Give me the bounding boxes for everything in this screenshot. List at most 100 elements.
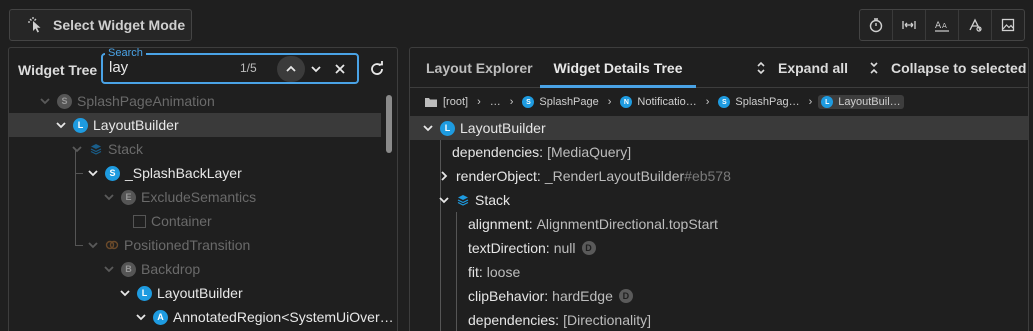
tree-row[interactable]: S SplashPageAnimation <box>9 89 381 113</box>
details-property-row[interactable]: clipBehavior: hardEdge D <box>410 284 1028 308</box>
breadcrumb-item[interactable]: N Notificatio… <box>617 95 699 109</box>
details-row-key: LayoutBuilder <box>460 120 546 136</box>
tree-row[interactable]: L LayoutBuilder <box>9 281 381 305</box>
image-icon <box>1001 18 1015 32</box>
expand-icon <box>757 61 765 75</box>
clear-search-button[interactable] <box>329 56 351 82</box>
tree-row-selected[interactable]: L LayoutBuilder <box>9 113 381 137</box>
details-property-row[interactable]: fit: loose <box>410 260 1028 284</box>
inspector-toolbar: A A <box>859 9 1025 41</box>
widget-badge-icon: S <box>105 165 120 181</box>
property-value: [MediaQuery] <box>547 144 632 160</box>
breadcrumb-separator: › <box>607 96 612 108</box>
svg-text:A: A <box>942 22 947 30</box>
widget-badge-icon: B <box>121 261 136 277</box>
tree-row[interactable]: E ExcludeSemantics <box>9 185 381 209</box>
slow-animations-button[interactable] <box>860 10 893 40</box>
details-property-row[interactable]: textDirection: null D <box>410 236 1028 260</box>
tree-row[interactable]: A AnnotatedRegion<SystemUiOver… <box>9 305 394 329</box>
chevron-down-icon <box>136 314 146 321</box>
pointer-click-icon <box>28 17 41 33</box>
stack-icon <box>90 144 102 155</box>
svg-text:A: A <box>935 21 942 31</box>
expand-all-button[interactable]: Expand all <box>754 48 848 88</box>
default-value-icon: D <box>581 241 596 255</box>
collapse-to-selected-button[interactable]: Collapse to selected <box>867 48 1026 88</box>
next-match-button[interactable] <box>305 56 327 82</box>
stack-icon <box>457 195 469 206</box>
chevron-down-icon <box>56 122 66 129</box>
breadcrumb-item[interactable]: … <box>487 95 504 109</box>
refresh-icon <box>371 61 383 75</box>
property-value: AlignmentDirectional.topStart <box>536 216 718 232</box>
widget-tree: S SplashPageAnimation L LayoutBuilder St… <box>9 89 394 331</box>
breadcrumb-label: Notificatio… <box>637 96 697 108</box>
details-property-row[interactable]: dependencies: [MediaQuery] <box>410 140 1028 164</box>
property-name: textDirection: <box>468 240 550 256</box>
widget-badge-icon: L <box>73 117 88 133</box>
tree-row[interactable]: S _SplashBackLayer <box>9 161 381 185</box>
tree-row-label: LayoutBuilder <box>93 117 179 133</box>
tree-row[interactable]: PositionedTransition <box>9 233 381 257</box>
timer-icon <box>869 18 883 33</box>
chevron-down-icon <box>104 266 114 273</box>
details-property-row[interactable]: renderObject: _RenderLayoutBuilder #eb57… <box>410 164 1028 188</box>
transition-icon <box>105 240 119 250</box>
show-baselines-button[interactable]: A A <box>926 10 959 40</box>
widget-badge-icon: L <box>821 96 834 108</box>
tree-row-label: PositionedTransition <box>124 237 251 253</box>
chevron-down-icon <box>104 194 114 201</box>
baseline-icon <box>969 18 982 32</box>
chevron-down-icon <box>88 170 98 177</box>
chevron-down-icon <box>439 197 449 204</box>
tree-row-label: AnnotatedRegion<SystemUiOver… <box>173 309 394 325</box>
search-value[interactable]: lay <box>109 59 128 76</box>
details-property-row[interactable]: dependencies: [Directionality] <box>410 308 1028 331</box>
details-panel: Layout Explorer Widget Details Tree Expa… <box>409 47 1029 331</box>
tab-widget-details-tree[interactable]: Widget Details Tree <box>540 48 696 88</box>
tree-row[interactable]: Container <box>9 209 381 233</box>
tree-row-label: ExcludeSemantics <box>141 189 257 205</box>
select-widget-mode-button[interactable]: Select Widget Mode <box>9 9 192 41</box>
breadcrumb-item[interactable]: [root] <box>422 95 471 109</box>
tree-scrollbar[interactable] <box>386 95 392 153</box>
breadcrumb-label: SplashPage <box>539 96 599 108</box>
refresh-tree-button[interactable] <box>366 56 388 82</box>
tree-row-label: SplashPageAnimation <box>77 93 215 109</box>
show-guidelines-button[interactable] <box>893 10 926 40</box>
tree-row[interactable]: Stack <box>9 137 381 161</box>
property-hash: #eb578 <box>684 168 731 184</box>
chevron-down-icon <box>88 242 98 249</box>
property-name: dependencies: <box>452 144 544 160</box>
property-value: _RenderLayoutBuilder <box>544 168 685 184</box>
breadcrumb: [root] › … › S SplashPage › N Notificati… <box>422 92 904 112</box>
default-value-icon: D <box>618 289 633 303</box>
widget-badge-icon: E <box>121 189 136 205</box>
highlight-repaints-button[interactable] <box>959 10 992 40</box>
chevron-right-icon <box>441 171 448 181</box>
collapse-to-selected-label: Collapse to selected <box>891 60 1027 76</box>
chevron-up-icon <box>286 65 296 72</box>
details-row-selected[interactable]: L LayoutBuilder <box>410 116 1028 140</box>
breadcrumb-item[interactable]: S SplashPage <box>519 95 601 109</box>
breadcrumb-label: … <box>489 96 501 108</box>
breadcrumb-item-active[interactable]: L LayoutBuil… <box>818 95 904 109</box>
property-name: alignment: <box>468 216 533 232</box>
previous-match-button[interactable] <box>277 56 305 82</box>
tree-row[interactable]: B Backdrop <box>9 257 381 281</box>
details-property-row[interactable]: alignment: AlignmentDirectional.topStart <box>410 212 1028 236</box>
tab-layout-explorer[interactable]: Layout Explorer <box>426 48 533 88</box>
container-icon <box>133 214 146 228</box>
highlight-images-button[interactable] <box>992 10 1024 40</box>
widget-tree-panel: Widget Tree Search lay 1/5 S SplashPageA… <box>8 47 398 331</box>
breadcrumb-item[interactable]: S SplashPag… <box>715 95 802 109</box>
property-name: fit: <box>468 264 483 280</box>
widget-badge-icon: N <box>620 96 633 108</box>
tree-row-label: Backdrop <box>141 261 201 277</box>
tree-row-label: Container <box>151 213 212 229</box>
chevron-down-icon <box>311 66 321 73</box>
active-tab-indicator <box>540 85 696 88</box>
property-name: dependencies: <box>468 312 560 328</box>
widget-details-tree: L LayoutBuilder dependencies: [MediaQuer… <box>410 116 1028 331</box>
details-row[interactable]: Stack <box>410 188 1028 212</box>
